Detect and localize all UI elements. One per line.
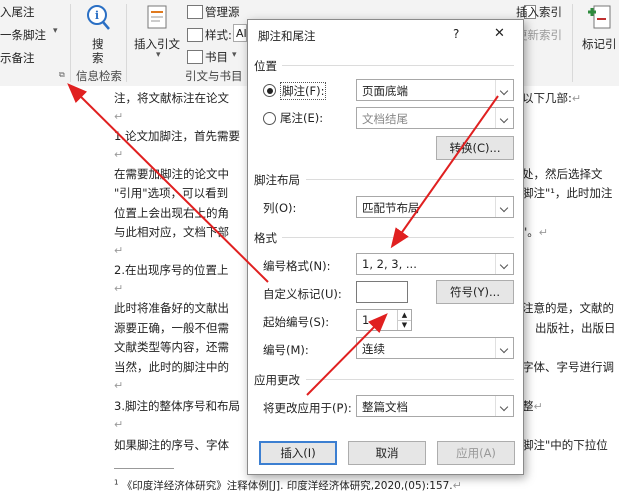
start-at-label: 起始编号(S):: [263, 315, 330, 329]
symbol-button[interactable]: 符号(Y)...: [436, 280, 514, 304]
next-footnote-item[interactable]: 一条脚注: [0, 27, 46, 43]
paragraph-mark: ↵: [114, 379, 124, 392]
chevron-down-icon: [495, 80, 513, 100]
footnote-label[interactable]: 脚注(F):: [280, 82, 327, 100]
endnote-radio[interactable]: [263, 112, 276, 125]
doc-line: 1.论文加脚注，首先需要: [114, 129, 240, 143]
dialog-title: 脚注和尾注: [258, 29, 316, 43]
show-notes-item[interactable]: 示备注: [0, 50, 35, 66]
dialog-launcher-icon[interactable]: ⧉: [59, 70, 65, 80]
insert-button[interactable]: 插入(I): [259, 441, 337, 465]
cancel-button[interactable]: 取消: [348, 441, 426, 465]
numbering-select[interactable]: 连续: [356, 337, 514, 359]
manage-sources-button[interactable]: 管理源: [205, 4, 240, 20]
close-icon[interactable]: ✕: [494, 26, 505, 41]
number-format-select[interactable]: 1, 2, 3, ...: [356, 253, 514, 275]
doc-line-right: 出版社，出版日: [535, 321, 616, 335]
number-format-label: 编号格式(N):: [263, 259, 331, 273]
insert-index-button[interactable]: 插入索引: [516, 4, 562, 20]
info-group-label: 信息检索: [76, 69, 122, 83]
doc-line: "引用"选项，可以看到: [114, 186, 229, 200]
doc-line-right: 处，然后选择文: [522, 167, 603, 181]
section-divider: [306, 179, 514, 180]
style-icon: [187, 28, 203, 42]
footnote-position-select[interactable]: 页面底端: [356, 79, 514, 101]
dropdown-arrow-icon[interactable]: ▾: [156, 50, 161, 60]
doc-line-right: 整↵: [522, 399, 543, 413]
insert-citation-icon[interactable]: [146, 4, 170, 30]
paragraph-mark: ↵: [114, 418, 124, 431]
chevron-down-icon: [495, 254, 513, 274]
manage-sources-icon: [187, 5, 203, 19]
columns-label: 列(O):: [263, 201, 297, 215]
location-section-title: 位置: [254, 59, 277, 73]
layout-section-title: 脚注布局: [254, 173, 300, 187]
columns-select[interactable]: 匹配节布局: [356, 196, 514, 218]
doc-line: 与此相对应，文档下部: [114, 225, 229, 239]
help-button[interactable]: ?: [453, 27, 459, 41]
doc-line: 当然，此时的脚注中的: [114, 360, 229, 374]
svg-text:i: i: [95, 9, 99, 22]
doc-line: 3.脚注的整体序号和布局: [114, 399, 240, 413]
apply-button[interactable]: 应用(A): [437, 441, 515, 465]
custom-mark-label: 自定义标记(U):: [263, 287, 342, 301]
mark-citation-button[interactable]: 标记引: [582, 36, 617, 52]
ribbon-divider: [126, 4, 127, 82]
doc-line: 在需要加脚注的论文中: [114, 167, 229, 181]
doc-line: 源要正确，一般不但需: [114, 321, 229, 335]
section-divider: [282, 65, 514, 66]
paragraph-mark: ↵: [114, 282, 124, 295]
search-icon[interactable]: i: [84, 3, 112, 31]
numbering-label: 编号(M):: [263, 343, 309, 357]
mark-citation-icon[interactable]: [586, 4, 612, 32]
doc-line-right: 以下几部:↵: [522, 91, 582, 105]
apply-section-title: 应用更改: [254, 373, 300, 387]
section-divider: [282, 237, 514, 238]
chevron-down-icon: [495, 108, 513, 128]
chevron-down-icon: [495, 338, 513, 358]
doc-line-right: 字体、字号进行调: [522, 360, 614, 374]
convert-button[interactable]: 转换(C)...: [436, 136, 514, 160]
doc-line: 2.在出现序号的位置上: [114, 263, 229, 277]
style-label: 样式:: [205, 28, 232, 42]
endnote-position-select[interactable]: 文档结尾: [356, 107, 514, 129]
footnote-endnote-dialog: 脚注和尾注 ? ✕ 位置 脚注(F): 页面底端 尾注(E): 文档结尾 转换(…: [247, 19, 524, 475]
footnote-separator: [114, 468, 174, 469]
format-section-title: 格式: [254, 231, 277, 245]
doc-line-right: 脚注"中的下拉位: [522, 438, 608, 452]
doc-line: 此时将准备好的文献出: [114, 301, 229, 315]
search-label-2[interactable]: 索: [92, 50, 104, 66]
dropdown-arrow-icon[interactable]: ▾: [53, 26, 58, 36]
footnote-text: 1 《印度洋经济体研究》注释体例[J]. 印度洋经济体研究,2020,(05):…: [114, 478, 462, 493]
chevron-down-icon: [495, 396, 513, 416]
doc-line-right: 注意的是，文献的: [522, 301, 614, 315]
doc-line: 如果脚注的序号、字体: [114, 438, 229, 452]
doc-line: 注，将文献标注在论文: [114, 91, 229, 105]
apply-to-label: 将更改应用于(P):: [263, 401, 352, 415]
endnote-label[interactable]: 尾注(E):: [280, 110, 323, 126]
paragraph-mark: ↵: [114, 110, 124, 123]
doc-line: 文献类型等内容，还需: [114, 340, 229, 354]
spin-down-icon[interactable]: ▼: [397, 320, 411, 330]
start-at-spinner[interactable]: 1 ▲ ▼: [356, 309, 412, 331]
ribbon-divider: [70, 4, 71, 82]
section-divider: [306, 379, 514, 380]
chevron-down-icon: [495, 197, 513, 217]
custom-mark-input[interactable]: [356, 281, 408, 303]
dropdown-arrow-icon[interactable]: ▾: [232, 50, 237, 60]
ribbon-divider: [572, 4, 573, 82]
doc-line-right: "。↵: [522, 225, 549, 239]
doc-line-right: 脚注"¹，此时加注: [522, 186, 613, 200]
citation-group-label: 引文与书目: [185, 69, 243, 83]
style-select[interactable]: AI: [233, 24, 247, 42]
bibliography-button[interactable]: 书目: [205, 49, 228, 65]
doc-line: 位置上会出现右上的角: [114, 206, 229, 220]
paragraph-mark: ↵: [114, 148, 124, 161]
apply-to-select[interactable]: 整篇文档: [356, 395, 514, 417]
footnote-radio[interactable]: [263, 84, 276, 97]
insert-endnote-item[interactable]: 入尾注: [0, 4, 35, 20]
bibliography-icon: [187, 50, 203, 64]
paragraph-mark: ↵: [114, 244, 124, 257]
